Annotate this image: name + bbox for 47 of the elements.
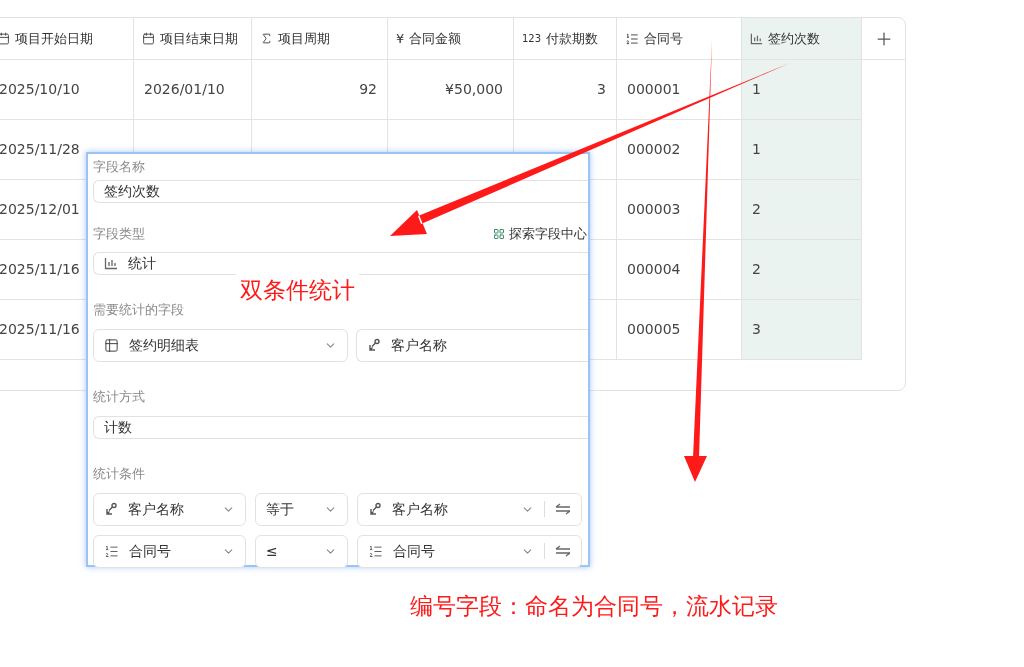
link-icon xyxy=(104,502,118,516)
numbered-list-icon xyxy=(625,31,639,46)
sigma-icon xyxy=(260,32,273,45)
field-label: 统计条件 xyxy=(93,465,145,481)
numbered-list-icon xyxy=(104,543,119,559)
table-icon xyxy=(104,337,119,353)
column-header[interactable]: 项目开始日期 xyxy=(0,18,134,59)
calendar-icon xyxy=(0,32,10,45)
bar-chart-icon xyxy=(104,256,118,270)
table-cell: 2025/10/10 xyxy=(0,60,134,119)
table-cell: 1 xyxy=(742,60,862,119)
column-header[interactable]: 签约次数 xyxy=(742,18,862,59)
field-type-select[interactable]: 统计 xyxy=(93,251,588,275)
table-cell: 2 xyxy=(742,240,862,299)
table-cell: ¥50,000 xyxy=(388,60,514,119)
swap-icon[interactable] xyxy=(555,545,571,557)
link-icon xyxy=(367,338,381,352)
method-select[interactable]: 计数 xyxy=(93,415,588,439)
numbered-list-icon xyxy=(368,543,383,559)
explore-fields-link[interactable]: 探索字段中心 xyxy=(493,224,588,244)
table-cell: 3 xyxy=(514,60,617,119)
table-select[interactable]: 签约明细表 xyxy=(93,328,348,362)
table-cell: 1 xyxy=(742,120,862,179)
grid-icon xyxy=(493,227,505,240)
calendar-icon xyxy=(142,32,155,45)
field-label: 字段名称 xyxy=(93,160,146,173)
operator-select[interactable]: 等于 xyxy=(255,492,348,526)
table-cell: 92 xyxy=(252,60,388,119)
swap-icon[interactable] xyxy=(555,503,571,515)
operator-select[interactable]: ≤ xyxy=(255,534,348,568)
annotation-note: 编号字段：命名为合同号，流水记录 xyxy=(410,592,778,621)
field-label: 统计方式 xyxy=(93,388,145,404)
table-cell: 3 xyxy=(742,300,862,359)
currency-icon: ¥ xyxy=(396,28,405,49)
condition-value-select[interactable]: 合同号 xyxy=(357,534,582,568)
condition-field-select[interactable]: 客户名称 xyxy=(93,492,246,526)
number-icon: 123 xyxy=(522,31,542,46)
table-cell: 2026/01/10 xyxy=(134,60,252,119)
condition-value-select[interactable]: 客户名称 xyxy=(357,492,582,526)
bar-chart-icon xyxy=(750,32,763,45)
field-label: 需要统计的字段 xyxy=(93,301,184,317)
field-label: 字段类型 xyxy=(93,227,145,241)
condition-field-select[interactable]: 合同号 xyxy=(93,534,246,568)
field-name-input[interactable]: 签约次数 xyxy=(93,180,588,203)
table-cell: 2 xyxy=(742,180,862,239)
link-icon xyxy=(368,502,382,516)
field-select[interactable]: 客户名称 xyxy=(356,328,588,362)
